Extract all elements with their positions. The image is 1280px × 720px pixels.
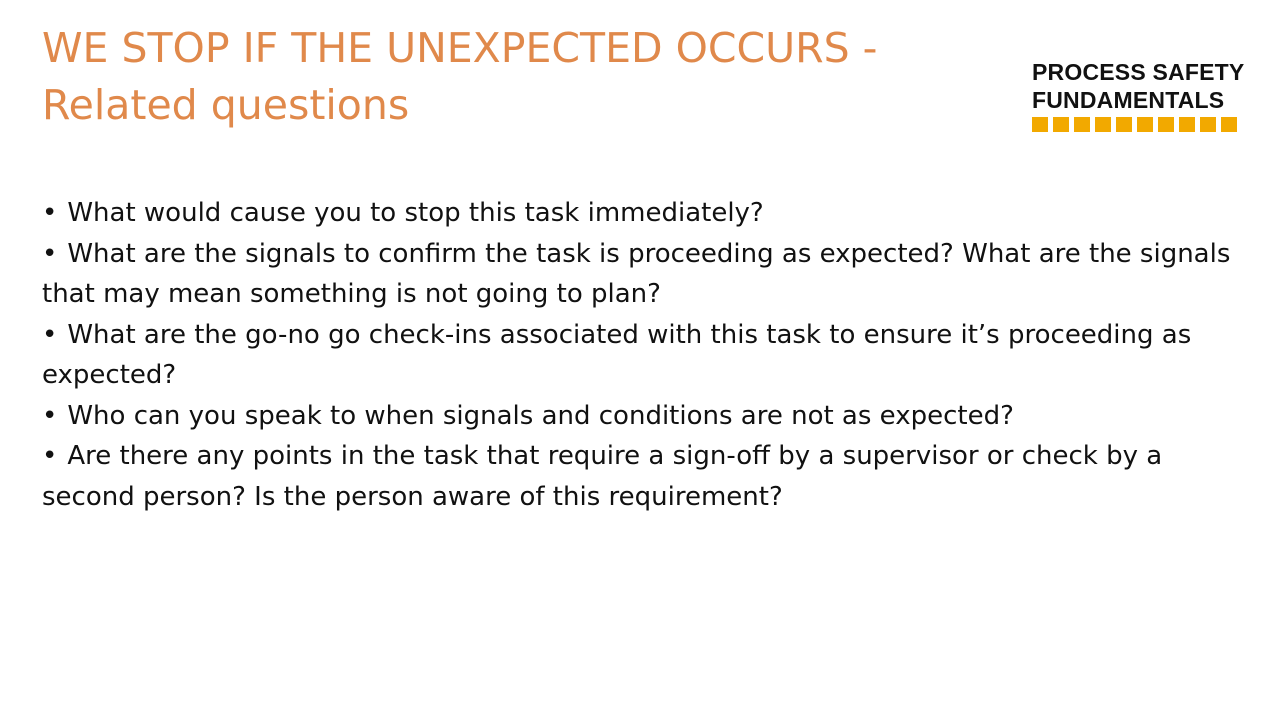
question-item: • What are the signals to confirm the tas…: [42, 234, 1252, 315]
logo-bar-segment: [1053, 117, 1069, 132]
question-list-container: • What would cause you to stop this task …: [42, 193, 1252, 517]
question-list: • What would cause you to stop this task …: [42, 193, 1252, 517]
question-text: Who can you speak to when signals and co…: [67, 400, 1014, 431]
bullet-glyph: •: [42, 319, 58, 350]
logo-bar-segment: [1158, 117, 1174, 132]
logo-text-line-2: FUNDAMENTALS: [1032, 87, 1225, 113]
logo-segmented-bar: [1032, 117, 1248, 132]
question-text: What are the signals to confirm the task…: [42, 238, 1231, 310]
question-item: • What are the go-no go check-ins associa…: [42, 315, 1252, 396]
process-safety-fundamentals-logo: PROCESS SAFETY FUNDAMENTALS: [1032, 58, 1248, 134]
logo-bar-segment: [1095, 117, 1111, 132]
question-item: • What would cause you to stop this task …: [42, 193, 1252, 234]
bullet-glyph: •: [42, 441, 58, 471]
question-text: What are the go-no go check-ins associat…: [42, 319, 1192, 391]
logo-bar-segment: [1032, 117, 1048, 132]
logo-bar-segment: [1116, 117, 1132, 132]
bullet-glyph: •: [42, 198, 58, 228]
logo-bar-segment: [1137, 117, 1153, 132]
logo-bar-segment: [1074, 117, 1090, 132]
slide-title-line-2: Related questions: [42, 81, 410, 129]
question-text: Are there any points in the task that re…: [42, 441, 1163, 512]
slide-title: WE STOP IF THE UNEXPECTED OCCURS - Relat…: [42, 20, 942, 134]
logo-bar-segment: [1179, 117, 1195, 132]
question-item: • Who can you speak to when signals and c…: [42, 396, 1252, 437]
slide-title-line-1: WE STOP IF THE UNEXPECTED OCCURS -: [42, 24, 878, 72]
bullet-glyph: •: [42, 400, 58, 431]
logo-bar-segment: [1200, 117, 1216, 132]
slide: WE STOP IF THE UNEXPECTED OCCURS - Relat…: [0, 0, 1280, 720]
logo-text-line-1: PROCESS SAFETY: [1032, 59, 1245, 85]
logo-text: PROCESS SAFETY FUNDAMENTALS: [1032, 58, 1248, 114]
question-item: • Are there any points in the task that r…: [42, 436, 1252, 517]
logo-bar-segment: [1221, 117, 1237, 132]
bullet-glyph: •: [42, 238, 58, 269]
question-text: What would cause you to stop this task i…: [67, 198, 764, 228]
